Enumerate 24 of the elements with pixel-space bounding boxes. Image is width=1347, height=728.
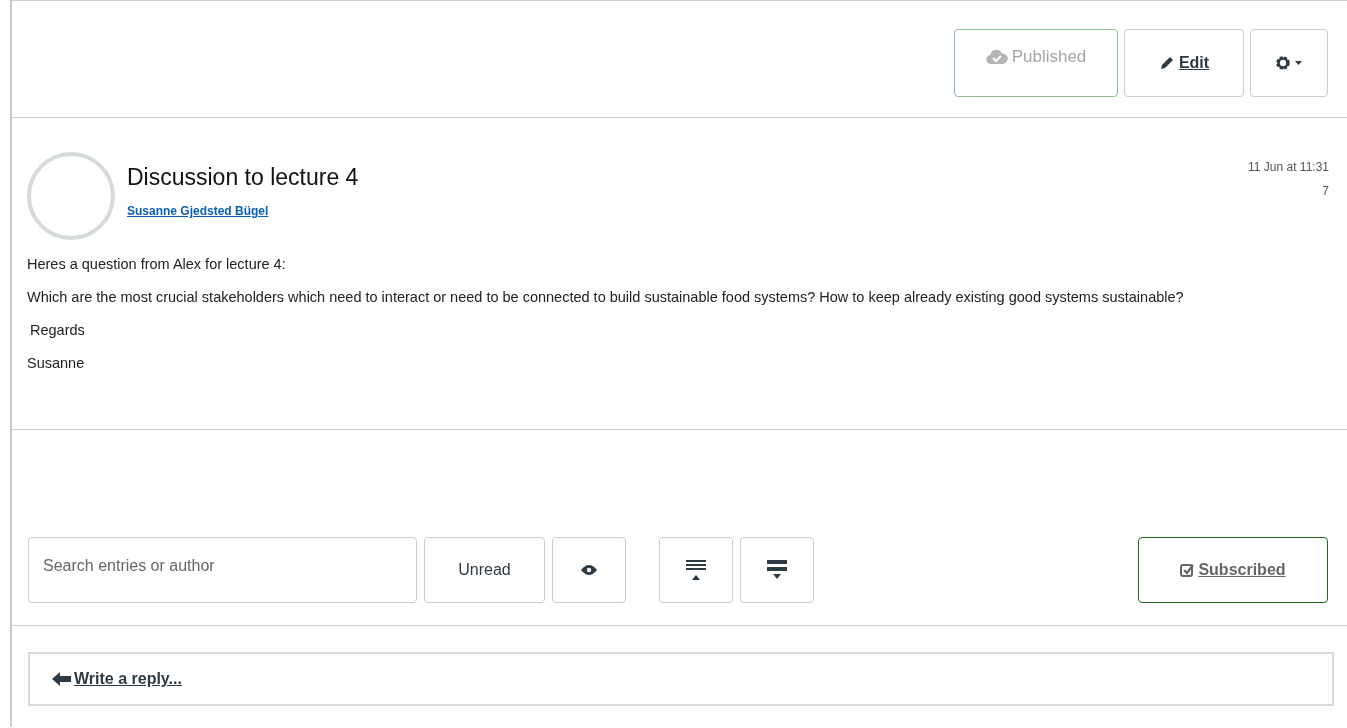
post-date: 11 Jun at 11:31 (1248, 160, 1329, 174)
settings-menu-button[interactable] (1250, 29, 1328, 97)
body-paragraph: Heres a question from Alex for lecture 4: (27, 255, 287, 274)
checkbox-checked-icon (1180, 563, 1195, 577)
body-paragraph: Which are the most crucial stakeholders which need to interact or need to be connected to build sustainable food systems? How to keep already existing good systems sustainable? (27, 288, 1185, 307)
body-paragraph: Susanne (27, 354, 86, 373)
collapse-icon (685, 559, 707, 581)
subscribe-button[interactable]: Subscribed (1138, 537, 1328, 603)
unread-filter-button[interactable]: Unread (424, 537, 545, 603)
author-link[interactable]: Susanne Gjedsted Bügel (127, 204, 269, 218)
write-reply-button[interactable]: Write a reply... (28, 652, 1334, 706)
discussion-title: Discussion to lecture 4 (127, 164, 360, 191)
body-paragraph: Regards (29, 321, 86, 340)
pencil-icon (1158, 55, 1175, 71)
reply-count: 7 (1322, 184, 1329, 198)
expand-all-button[interactable] (740, 537, 814, 603)
arrow-left-icon (52, 671, 72, 687)
settings-icon (1275, 55, 1303, 71)
collapse-all-button[interactable] (659, 537, 733, 603)
expand-icon (766, 559, 788, 581)
search-field[interactable]: Search entries or author (28, 537, 417, 603)
cloud-check-icon (985, 49, 1008, 65)
edit-button[interactable]: Edit (1124, 29, 1244, 97)
eye-icon (581, 565, 597, 575)
